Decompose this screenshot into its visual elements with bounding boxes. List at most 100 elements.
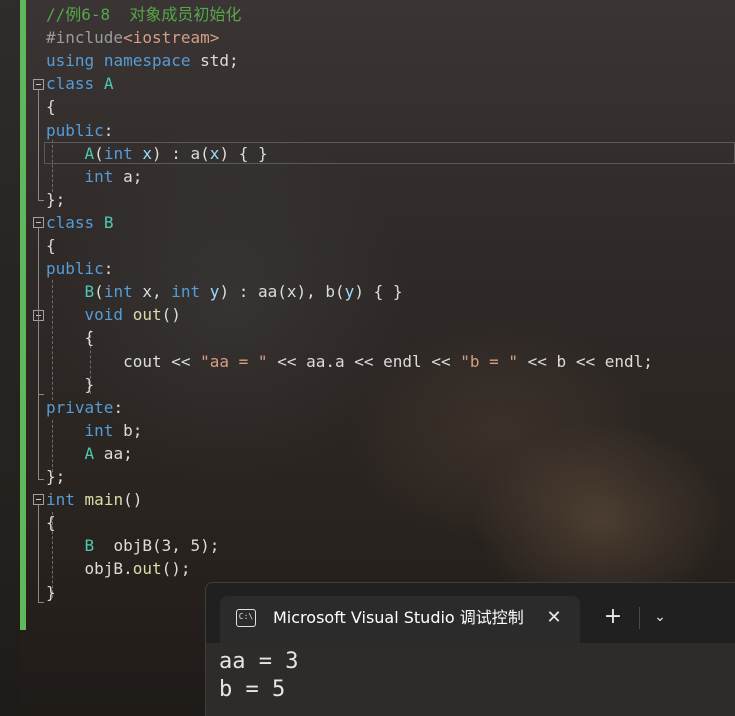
code-token: private: [46, 397, 114, 417]
console-output[interactable]: aa = 3 b = 5: [206, 643, 735, 716]
code-token: << aa.a << endl <<: [267, 351, 461, 371]
outline-guide-main: [38, 505, 39, 602]
change-indicator-bar: [20, 0, 26, 630]
code-line[interactable]: int a;: [46, 165, 143, 188]
code-token: A: [103, 74, 114, 94]
code-token: {: [46, 236, 56, 255]
debug-console-window[interactable]: C:\ Microsoft Visual Studio 调试控制台 ✕ + ⌄ …: [205, 582, 735, 716]
code-token: (: [94, 282, 104, 302]
code-token: ) : a(: [152, 143, 210, 163]
code-line[interactable]: B objB(3, 5);: [46, 534, 220, 557]
code-line[interactable]: class B: [46, 211, 113, 234]
editor-margin: [0, 0, 20, 716]
code-token: }: [46, 374, 95, 394]
code-token: a;: [113, 166, 143, 186]
console-output-line: b = 5: [219, 677, 286, 702]
code-token: int: [171, 282, 201, 302]
fold-main-icon[interactable]: [33, 494, 44, 505]
code-line[interactable]: using namespace std;: [46, 49, 239, 72]
code-token: (): [123, 490, 143, 510]
code-token: :: [103, 259, 114, 279]
chevron-down-icon[interactable]: ⌄: [646, 603, 674, 631]
code-line[interactable]: A aa;: [46, 442, 133, 465]
code-token: ) : aa(x), b(: [219, 282, 345, 302]
code-token: aa;: [94, 443, 133, 463]
code-token: B: [103, 212, 114, 232]
code-token: objB(3, 5);: [94, 536, 220, 556]
code-line[interactable]: private:: [46, 396, 123, 419]
code-line[interactable]: int b;: [46, 419, 143, 442]
code-token: void: [84, 305, 124, 325]
code-line[interactable]: }: [46, 373, 95, 396]
code-line[interactable]: {: [46, 326, 95, 349]
code-line[interactable]: };: [46, 188, 65, 211]
code-token: namespace: [103, 51, 191, 71]
code-line[interactable]: B(int x, int y) : aa(x), b(y) { }: [46, 280, 403, 303]
code-line[interactable]: }: [46, 581, 56, 604]
code-token: #include: [46, 28, 124, 48]
code-token: A: [84, 143, 95, 163]
code-token: using: [46, 51, 95, 71]
code-token: }: [46, 582, 56, 602]
code-token: int: [84, 420, 114, 440]
code-line[interactable]: void out(): [46, 303, 181, 326]
code-token: out: [132, 305, 162, 325]
code-token: public: [46, 259, 104, 279]
code-token: class: [46, 212, 95, 232]
screen: //例6-8 对象成员初始化 #include<iostream> using na…: [0, 0, 735, 716]
code-token: ) { }: [354, 282, 403, 302]
code-token: y: [344, 282, 355, 302]
code-token: objB.: [46, 559, 133, 579]
code-token: int: [103, 143, 133, 163]
code-line[interactable]: objB.out();: [46, 557, 191, 580]
code-token: public: [46, 120, 104, 140]
code-line[interactable]: public:: [46, 119, 113, 142]
code-line[interactable]: {: [46, 95, 56, 118]
code-token: ();: [161, 559, 191, 579]
code-token: {: [46, 513, 56, 533]
tab-separator: [639, 607, 640, 629]
code-token: "aa = ": [200, 351, 268, 371]
terminal-tab[interactable]: C:\ Microsoft Visual Studio 调试控制台 ✕: [220, 596, 580, 643]
code-line[interactable]: {: [46, 234, 56, 257]
code-token: //例6-8 对象成员初始化: [46, 5, 242, 24]
code-token: <iostream>: [123, 28, 220, 48]
close-tab-button[interactable]: ✕: [540, 604, 568, 632]
code-token: A: [84, 443, 95, 463]
new-tab-button[interactable]: +: [599, 603, 627, 631]
code-line[interactable]: //例6-8 对象成员初始化: [46, 3, 241, 26]
code-token: y: [209, 282, 220, 302]
code-token: :: [103, 120, 114, 140]
code-token: "b = ": [460, 351, 519, 371]
code-token: x: [142, 143, 152, 163]
code-token: main: [84, 490, 124, 510]
fold-class-b-icon[interactable]: [33, 217, 44, 228]
code-line[interactable]: public:: [46, 257, 113, 280]
tab-title: Microsoft Visual Studio 调试控制台: [273, 608, 523, 627]
code-line[interactable]: A(int x) : a(x) { }: [46, 142, 268, 165]
fold-class-a-icon[interactable]: [33, 79, 44, 90]
code-line[interactable]: int main(): [46, 488, 142, 511]
code-token: {: [46, 328, 95, 348]
code-line[interactable]: class A: [46, 72, 113, 95]
code-token: B: [84, 282, 95, 302]
code-line[interactable]: cout << "aa = " << aa.a << endl << "b = …: [46, 350, 653, 373]
code-line[interactable]: #include<iostream>: [46, 26, 219, 49]
code-line[interactable]: };: [46, 465, 65, 488]
code-line[interactable]: {: [46, 511, 56, 534]
outline-guide-out: [38, 320, 39, 394]
terminal-tab-bar: C:\ Microsoft Visual Studio 调试控制台 ✕ + ⌄: [206, 583, 735, 643]
outline-guide-end: [38, 602, 44, 603]
code-token: out: [132, 559, 162, 579]
